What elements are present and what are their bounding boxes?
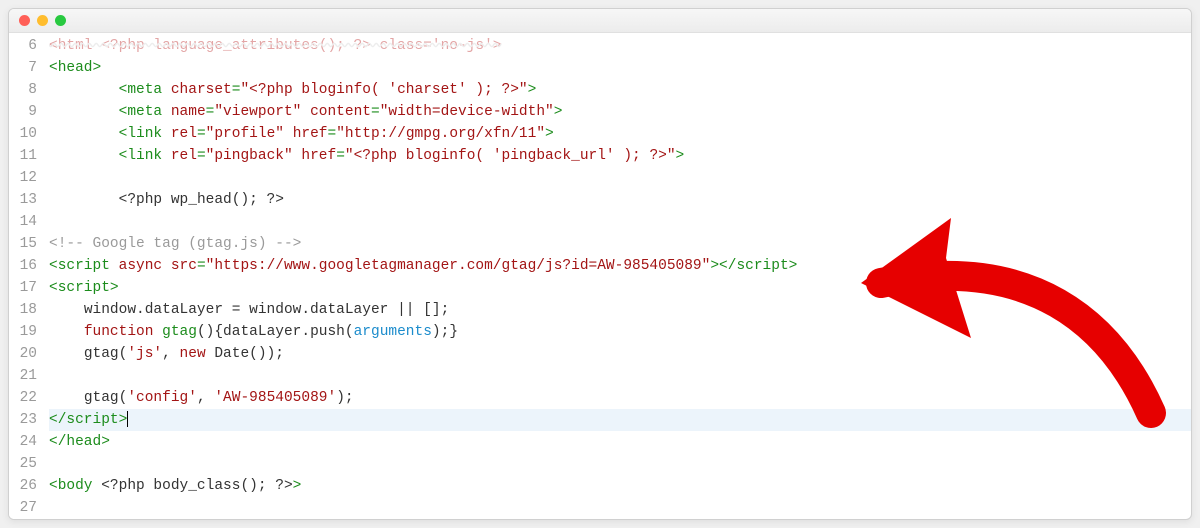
code-line[interactable] <box>49 497 1191 519</box>
minimize-icon[interactable] <box>37 15 48 26</box>
line-number: 12 <box>9 167 37 189</box>
line-number: 7 <box>9 57 37 79</box>
code-line[interactable]: <script> <box>49 277 1191 299</box>
editor-window: 6789101112131415161718192021222324252627… <box>8 8 1192 520</box>
line-number: 27 <box>9 497 37 519</box>
line-number: 8 <box>9 79 37 101</box>
code-line[interactable] <box>49 365 1191 387</box>
line-number: 11 <box>9 145 37 167</box>
code-line[interactable]: gtag('config', 'AW-985405089'); <box>49 387 1191 409</box>
line-number: 26 <box>9 475 37 497</box>
code-line[interactable]: <body <?php body_class(); ?>> <box>49 475 1191 497</box>
line-number: 24 <box>9 431 37 453</box>
line-number: 21 <box>9 365 37 387</box>
code-line[interactable]: window.dataLayer = window.dataLayer || [… <box>49 299 1191 321</box>
line-number: 18 <box>9 299 37 321</box>
code-line[interactable] <box>49 167 1191 189</box>
line-number: 10 <box>9 123 37 145</box>
line-number: 14 <box>9 211 37 233</box>
code-area[interactable]: <html <?php language_attributes(); ?> cl… <box>43 33 1191 519</box>
code-editor[interactable]: 6789101112131415161718192021222324252627… <box>9 33 1191 519</box>
code-line[interactable]: <link rel="pingback" href="<?php bloginf… <box>49 145 1191 167</box>
line-number: 22 <box>9 387 37 409</box>
code-line[interactable]: <script async src="https://www.googletag… <box>49 255 1191 277</box>
code-line[interactable]: <head> <box>49 57 1191 79</box>
line-number: 19 <box>9 321 37 343</box>
window-titlebar <box>9 9 1191 33</box>
line-number: 17 <box>9 277 37 299</box>
line-number: 15 <box>9 233 37 255</box>
line-number-gutter: 6789101112131415161718192021222324252627 <box>9 33 43 519</box>
code-line[interactable]: function gtag(){dataLayer.push(arguments… <box>49 321 1191 343</box>
code-line[interactable]: <meta name="viewport" content="width=dev… <box>49 101 1191 123</box>
line-number: 13 <box>9 189 37 211</box>
code-line[interactable]: <html <?php language_attributes(); ?> cl… <box>49 35 1191 57</box>
code-line[interactable]: </head> <box>49 431 1191 453</box>
maximize-icon[interactable] <box>55 15 66 26</box>
code-line[interactable]: </script> <box>49 409 1191 431</box>
line-number: 20 <box>9 343 37 365</box>
code-line[interactable]: <!-- Google tag (gtag.js) --> <box>49 233 1191 255</box>
code-line[interactable] <box>49 453 1191 475</box>
code-line[interactable]: <meta charset="<?php bloginfo( 'charset'… <box>49 79 1191 101</box>
line-number: 16 <box>9 255 37 277</box>
code-line[interactable]: <link rel="profile" href="http://gmpg.or… <box>49 123 1191 145</box>
code-line[interactable]: <?php wp_head(); ?> <box>49 189 1191 211</box>
line-number: 23 <box>9 409 37 431</box>
line-number: 6 <box>9 35 37 57</box>
close-icon[interactable] <box>19 15 30 26</box>
code-line[interactable] <box>49 211 1191 233</box>
line-number: 9 <box>9 101 37 123</box>
line-number: 25 <box>9 453 37 475</box>
code-line[interactable]: gtag('js', new Date()); <box>49 343 1191 365</box>
